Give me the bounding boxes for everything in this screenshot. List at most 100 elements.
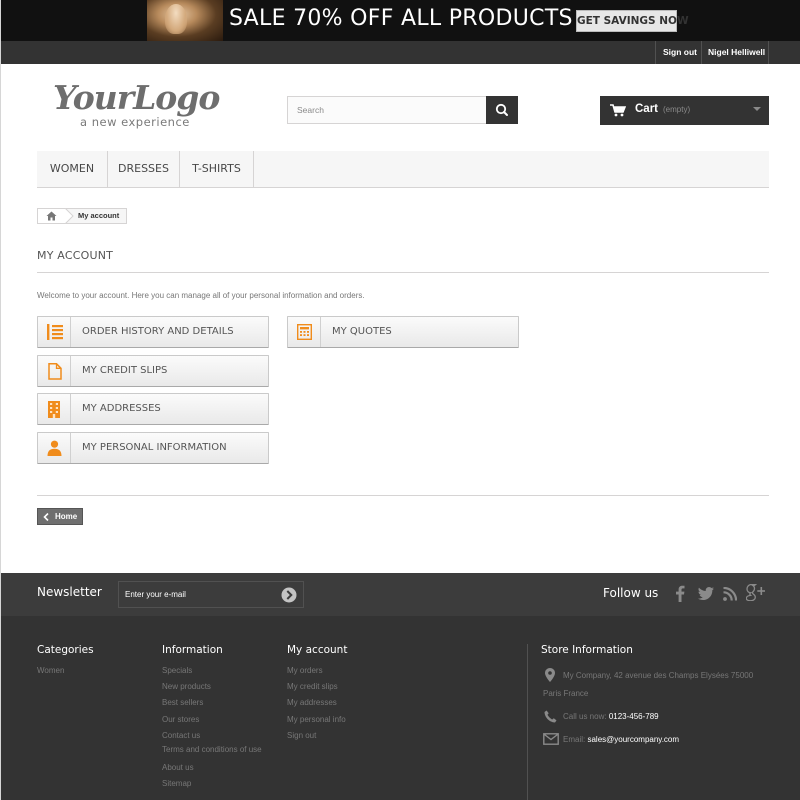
footer-link-new-products[interactable]: New products [162, 679, 272, 695]
building-icon [48, 401, 60, 418]
button-label: MY PERSONAL INFORMATION [82, 442, 227, 453]
icon-box [38, 356, 71, 386]
footer-heading: Categories [37, 644, 94, 656]
main-menu: WOMEN DRESSES T-SHIRTS [37, 151, 769, 188]
newsletter-box [118, 581, 304, 608]
home-icon [46, 211, 57, 221]
divider [37, 495, 769, 496]
menu-item-women[interactable]: WOMEN [37, 151, 108, 187]
footer-link-my-personal-info[interactable]: My personal info [287, 712, 407, 728]
footer-link-about-us[interactable]: About us [162, 760, 272, 776]
envelope-icon [543, 733, 559, 745]
logo-tagline: a new experience [80, 115, 190, 129]
store-phone[interactable]: 0123-456-789 [609, 712, 659, 721]
icon-box [38, 394, 71, 424]
banner-headline: SALE 70% OFF ALL PRODUCTS [229, 6, 573, 31]
footer-link-our-stores[interactable]: Our stores [162, 712, 272, 728]
breadcrumb-current: My account [78, 211, 120, 220]
nav-divider [768, 41, 769, 64]
credit-slips-button[interactable]: MY CREDIT SLIPS [37, 355, 269, 387]
top-nav: Sign out Nigel Helliwell [1, 41, 800, 64]
site-logo[interactable]: YourLogo a new experience [51, 78, 241, 130]
button-label: MY ADDRESSES [82, 403, 161, 414]
cart-label: Cart [635, 103, 659, 115]
icon-box [38, 433, 71, 463]
follow-us-title: Follow us [603, 586, 659, 600]
twitter-icon[interactable] [698, 587, 714, 600]
list-ordered-icon [47, 324, 63, 340]
footer-link-terms[interactable]: Terms and conditions of use [162, 744, 272, 756]
get-savings-button[interactable]: GET SAVINGS NOW [576, 10, 689, 32]
banner-model-photo [147, 0, 223, 41]
icon-box [288, 317, 321, 347]
store-address-line1: My Company, 42 avenue des Champs Elysées… [563, 671, 754, 680]
store-address-line2: Paris France [543, 689, 589, 698]
breadcrumb: My account [37, 208, 127, 224]
footer-link-specials[interactable]: Specials [162, 663, 272, 679]
newsletter-email-input[interactable] [119, 582, 279, 607]
my-quotes-button[interactable]: MY QUOTES [287, 316, 519, 348]
icon-box [38, 317, 71, 347]
home-button[interactable]: Home [37, 508, 83, 525]
store-email-line: Email: sales@yourcompany.com [563, 735, 679, 744]
search-input[interactable] [288, 97, 488, 123]
breadcrumb-home[interactable] [38, 209, 66, 223]
account-user-link[interactable]: Nigel Helliwell [708, 41, 765, 64]
personal-information-button[interactable]: MY PERSONAL INFORMATION [37, 432, 269, 464]
footer-link-sign-out[interactable]: Sign out [287, 728, 407, 744]
footer-link-my-addresses[interactable]: My addresses [287, 695, 407, 711]
footer-link-sitemap[interactable]: Sitemap [162, 776, 272, 792]
sign-out-link[interactable]: Sign out [663, 41, 697, 64]
promo-banner[interactable]: SALE 70% OFF ALL PRODUCTS GET SAVINGS NO… [1, 0, 800, 41]
submit-arrow-icon[interactable] [281, 587, 297, 603]
call-label: Call us now: [563, 712, 607, 721]
search-button[interactable] [486, 96, 518, 124]
footer-link-contact-us[interactable]: Contact us [162, 728, 272, 744]
menu-item-dresses[interactable]: DRESSES [108, 151, 180, 187]
footer-link-women[interactable]: Women [37, 663, 147, 679]
map-marker-icon [545, 668, 555, 682]
home-button-label: Home [55, 512, 78, 521]
calculator-icon [297, 324, 312, 340]
search-icon [495, 103, 508, 116]
newsletter-title: Newsletter [37, 585, 102, 599]
menu-item-tshirts[interactable]: T-SHIRTS [180, 151, 254, 187]
nav-divider [655, 41, 656, 64]
user-icon [47, 440, 62, 456]
footer-link-best-sellers[interactable]: Best sellers [162, 695, 272, 711]
footer-my-account: My account My orders My credit slips My … [287, 644, 407, 744]
email-label: Email: [563, 735, 586, 744]
footer-link-my-orders[interactable]: My orders [287, 663, 407, 679]
cart-icon [610, 104, 626, 117]
footer-categories: Categories Women [37, 644, 147, 679]
search-box [287, 96, 518, 124]
nav-divider [701, 41, 702, 64]
footer-heading: Information [162, 644, 223, 656]
page-title: MY ACCOUNT [37, 249, 114, 262]
button-label: ORDER HISTORY AND DETAILS [82, 326, 234, 337]
page: SALE 70% OFF ALL PRODUCTS GET SAVINGS NO… [0, 0, 800, 800]
cart-status: (empty) [663, 105, 691, 114]
footer-information: Information Specials New products Best s… [162, 644, 272, 792]
divider [37, 272, 769, 273]
chevron-left-icon [43, 513, 49, 521]
footer-heading: Store Information [541, 644, 633, 656]
store-phone-line: Call us now: 0123-456-789 [563, 712, 659, 721]
google-plus-icon[interactable] [746, 584, 765, 601]
addresses-button[interactable]: MY ADDRESSES [37, 393, 269, 425]
order-history-button[interactable]: ORDER HISTORY AND DETAILS [37, 316, 269, 348]
breadcrumb-separator [65, 208, 74, 224]
cart-block[interactable]: Cart (empty) [600, 96, 769, 125]
button-label: MY QUOTES [332, 326, 392, 337]
file-icon [48, 363, 62, 380]
chevron-down-icon [753, 107, 761, 111]
facebook-icon[interactable] [675, 585, 685, 602]
footer: Categories Women Information Specials Ne… [1, 616, 800, 800]
newsletter-bar: Newsletter Follow us [1, 573, 800, 616]
rss-icon[interactable] [723, 587, 737, 601]
footer-heading: My account [287, 644, 348, 656]
footer-link-my-credit-slips[interactable]: My credit slips [287, 679, 407, 695]
store-email-link[interactable]: sales@yourcompany.com [587, 735, 679, 744]
store-information: Store Information My Company, 42 avenue … [541, 644, 771, 745]
divider [527, 644, 528, 800]
